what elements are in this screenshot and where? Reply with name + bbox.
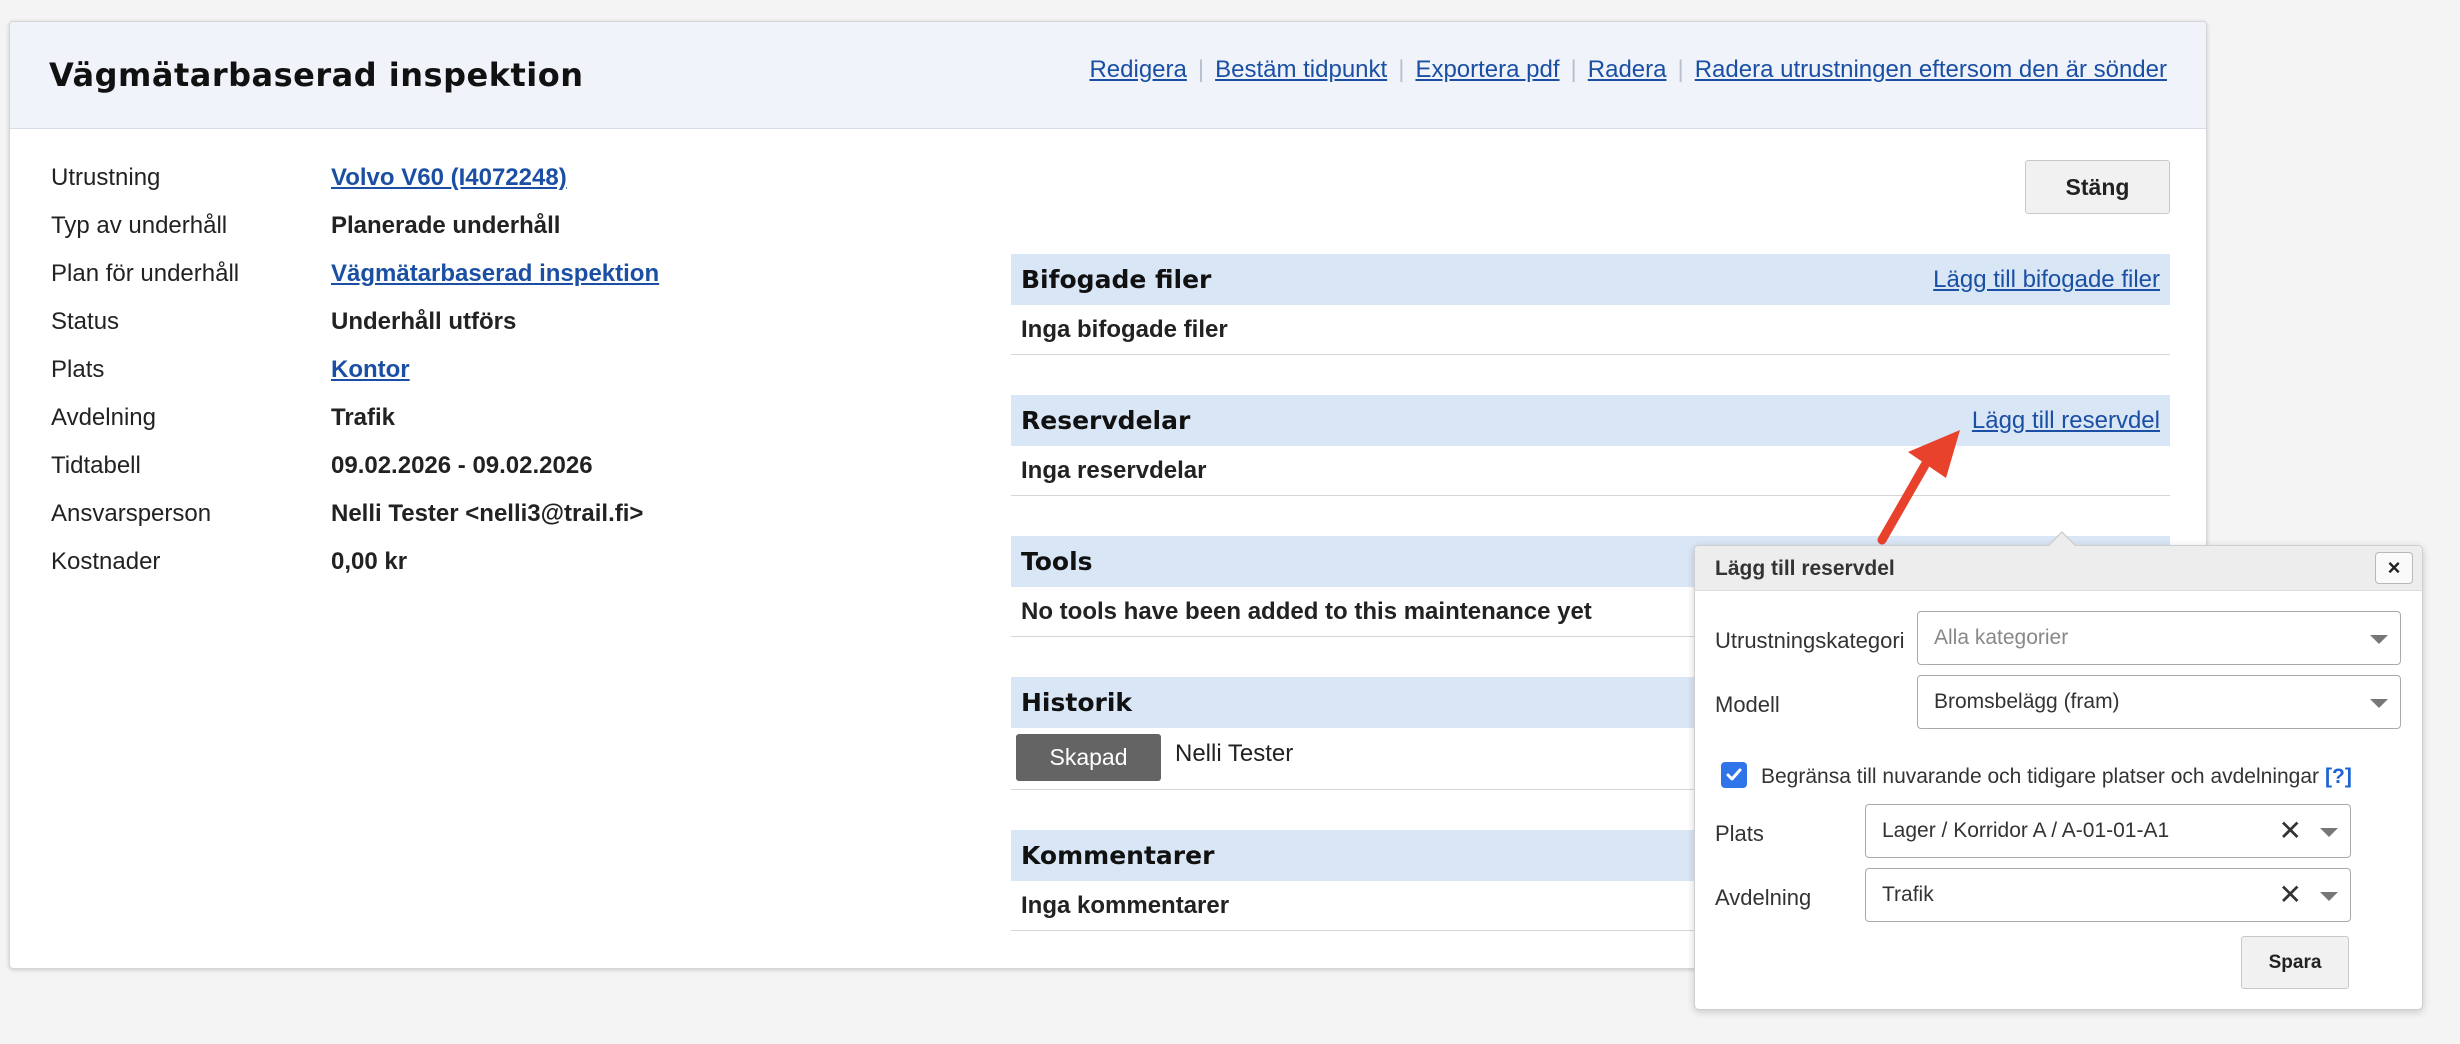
detail-label: Ansvarsperson (51, 500, 212, 527)
detail-value: Planerade underhåll (331, 212, 561, 239)
detail-value: Underhåll utförs (331, 308, 517, 335)
detail-row-responsible: Ansvarsperson Nelli Tester <nelli3@trail… (51, 500, 951, 548)
separator: | (1398, 56, 1405, 83)
department-select[interactable]: Trafik ✕ (1865, 868, 2351, 922)
separator: | (1677, 56, 1684, 83)
annotation-arrow-icon (1877, 430, 1960, 545)
add-spare-part-link[interactable]: Lägg till reservdel (1972, 407, 2160, 435)
detail-label: Utrustning (51, 164, 161, 191)
detail-row-equipment: Utrustning Volvo V60 (I4072248) (51, 164, 951, 212)
clear-icon[interactable]: ✕ (2279, 881, 2302, 909)
detail-label: Status (51, 308, 120, 335)
category-placeholder: Alla kategorier (1934, 626, 2069, 649)
detail-value: Nelli Tester <nelli3@trail.fi> (331, 500, 644, 527)
help-link[interactable]: [?] (2325, 765, 2352, 788)
category-label: Utrustningskategori (1715, 628, 1905, 653)
section-header: Bifogade filer Lägg till bifogade filer (1011, 254, 2170, 305)
detail-label: Plan för underhåll (51, 260, 240, 287)
detail-value: Trafik (331, 404, 396, 431)
section-empty-text: Inga reservdelar (1011, 446, 2170, 496)
edit-link[interactable]: Redigera (1089, 56, 1186, 84)
checkmark-icon (1726, 768, 1742, 781)
detail-row-costs: Kostnader 0,00 kr (51, 548, 951, 596)
detail-label: Avdelning (51, 404, 156, 431)
created-badge: Skapad (1016, 734, 1161, 781)
chevron-down-icon (2320, 828, 2338, 837)
restrict-checkbox[interactable] (1721, 762, 1747, 788)
section-title: Bifogade filer (1021, 265, 1212, 294)
detail-row-maintenance-type: Typ av underhåll Planerade underhåll (51, 212, 951, 260)
detail-row-location: Plats Kontor (51, 356, 951, 404)
clear-icon[interactable]: ✕ (2279, 817, 2302, 845)
model-select[interactable]: Bromsbelägg (fram) (1917, 675, 2401, 729)
detail-label: Typ av underhåll (51, 212, 228, 239)
detail-row-schedule: Tidtabell 09.02.2026 - 09.02.2026 (51, 452, 951, 500)
detail-label: Tidtabell (51, 452, 141, 479)
section-title: Tools (1021, 547, 1093, 576)
department-label: Avdelning (1715, 885, 1812, 910)
location-link[interactable]: Kontor (331, 356, 410, 384)
detail-row-plan: Plan för underhåll Vägmätarbaserad inspe… (51, 260, 951, 308)
export-pdf-link[interactable]: Exportera pdf (1415, 56, 1559, 84)
schedule-link[interactable]: Bestäm tidpunkt (1215, 56, 1387, 84)
chevron-down-icon (2370, 635, 2388, 644)
location-label: Plats (1715, 821, 1764, 846)
section-title: Kommentarer (1021, 841, 1215, 870)
equipment-link[interactable]: Volvo V60 (I4072248) (331, 164, 567, 192)
model-label: Modell (1715, 692, 1780, 717)
detail-value: 0,00 kr (331, 548, 408, 575)
restrict-text: Begränsa till nuvarande och tidigare pla… (1761, 765, 2320, 788)
detail-label: Kostnader (51, 548, 161, 575)
spare-parts-section: Reservdelar Lägg till reservdel Inga res… (1011, 395, 2170, 496)
attachments-section: Bifogade filer Lägg till bifogade filer … (1011, 254, 2170, 355)
close-button[interactable]: Stäng (2025, 160, 2170, 214)
popup-caret (2047, 531, 2077, 547)
separator: | (1197, 56, 1205, 83)
popup-header: Lägg till reservdel × (1695, 546, 2422, 591)
category-select[interactable]: Alla kategorier (1917, 611, 2401, 665)
details-list: Utrustning Volvo V60 (I4072248) Typ av u… (51, 164, 951, 596)
section-title: Historik (1021, 688, 1133, 717)
action-links: Redigera | Bestäm tidpunkt | Exportera p… (1089, 56, 2167, 84)
section-title: Reservdelar (1021, 406, 1191, 435)
popup-close-button[interactable]: × (2375, 552, 2413, 584)
plan-link[interactable]: Vägmätarbaserad inspektion (331, 260, 659, 288)
chevron-down-icon (2370, 699, 2388, 708)
detail-label: Plats (51, 356, 105, 383)
save-button[interactable]: Spara (2241, 936, 2349, 989)
separator: | (1570, 56, 1577, 83)
department-value: Trafik (1882, 883, 1934, 906)
location-select[interactable]: Lager / Korridor A / A-01-01-A1 ✕ (1865, 804, 2351, 858)
detail-row-status: Status Underhåll utförs (51, 308, 951, 356)
model-value: Bromsbelägg (fram) (1934, 690, 2120, 713)
add-spare-part-popup: Lägg till reservdel × Utrustningskategor… (1694, 531, 2423, 1010)
chevron-down-icon (2320, 892, 2338, 901)
delete-broken-equipment-link[interactable]: Radera utrustningen eftersom den är sönd… (1695, 56, 2167, 84)
detail-value: 09.02.2026 - 09.02.2026 (331, 452, 593, 479)
delete-link[interactable]: Radera (1588, 56, 1667, 84)
location-value: Lager / Korridor A / A-01-01-A1 (1882, 819, 2170, 842)
detail-row-department: Avdelning Trafik (51, 404, 951, 452)
history-user: Nelli Tester (1175, 740, 1294, 767)
section-header: Reservdelar Lägg till reservdel (1011, 395, 2170, 446)
page-title: Vägmätarbaserad inspektion (49, 56, 584, 94)
add-attachment-link[interactable]: Lägg till bifogade filer (1933, 266, 2160, 294)
card-header: Vägmätarbaserad inspektion Redigera | Be… (10, 22, 2206, 129)
section-empty-text: Inga bifogade filer (1011, 305, 2170, 355)
popup-title: Lägg till reservdel (1715, 557, 1895, 580)
restrict-label: Begränsa till nuvarande och tidigare pla… (1761, 765, 2352, 789)
